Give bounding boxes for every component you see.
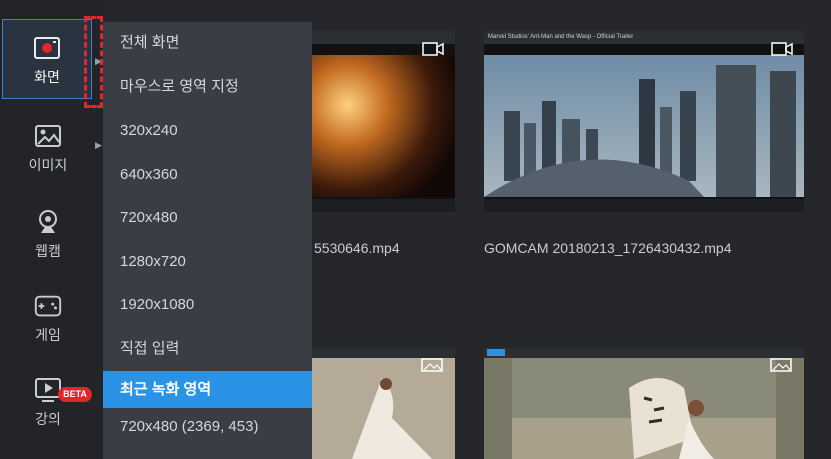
menu-item-mouse-area[interactable]: 마우스로 영역 지정 <box>103 69 312 105</box>
sidebar: 화면 이미지 웹캠 게임 강의 ▶ ▶ BETA <box>0 0 104 459</box>
image-icon <box>421 358 443 372</box>
sidebar-item-label: 이미지 <box>28 157 68 173</box>
gamepad-icon <box>33 291 63 321</box>
sidebar-item-game[interactable]: 게임 <box>0 274 96 360</box>
beta-badge: BETA <box>58 387 92 402</box>
video-camera-icon <box>771 42 793 56</box>
player-controls <box>484 199 804 212</box>
sidebar-item-image[interactable]: 이미지 <box>0 104 96 190</box>
menu-item-320x240[interactable]: 320x240 <box>103 113 312 149</box>
file-name: 5530646.mp4 <box>314 240 400 256</box>
highlight-annotation <box>84 16 103 108</box>
menu-item-recent-size[interactable]: 720x480 (2369, 453) <box>103 409 312 445</box>
sidebar-item-label: 강의 <box>35 411 61 427</box>
video-thumbnail[interactable]: Marvel Studios' Ant-Man and the Wasp - O… <box>484 31 804 212</box>
image-frame <box>484 348 804 459</box>
sidebar-item-screen[interactable]: 화면 <box>2 19 92 99</box>
menu-item-fullscreen[interactable]: 전체 화면 <box>103 25 312 61</box>
file-name: GOMCAM 20180213_1726430432.mp4 <box>484 240 732 256</box>
image-icon <box>33 121 63 151</box>
image-thumbnail[interactable] <box>484 348 804 459</box>
player-controls <box>312 199 455 212</box>
menu-item-1920x1080[interactable]: 1920x1080 <box>103 287 312 323</box>
menu-item-720x480[interactable]: 720x480 <box>103 200 312 236</box>
sidebar-item-label: 게임 <box>35 327 61 343</box>
sidebar-item-label: 화면 <box>34 69 60 85</box>
sidebar-item-label: 웹캠 <box>35 243 61 259</box>
video-camera-icon <box>422 42 444 56</box>
app-window: 화면 이미지 웹캠 게임 강의 ▶ ▶ BETA Marvel Studios'… <box>0 0 831 459</box>
menu-item-1280x720[interactable]: 1280x720 <box>103 244 312 280</box>
video-frame <box>484 55 804 197</box>
menu-item-recent-area[interactable]: 최근 녹화 영역 <box>103 371 312 408</box>
sidebar-item-webcam[interactable]: 웹캠 <box>0 190 96 276</box>
menu-item-custom-input[interactable]: 직접 입력 <box>103 331 312 367</box>
image-thumbnail[interactable] <box>312 348 455 459</box>
submenu-arrow-icon: ▶ <box>95 140 102 150</box>
video-thumbnail[interactable] <box>312 31 455 212</box>
screen-record-icon <box>32 33 62 63</box>
image-icon <box>770 358 792 372</box>
webcam-icon <box>33 207 63 237</box>
menu-item-640x360[interactable]: 640x360 <box>103 157 312 193</box>
video-frame <box>312 55 455 197</box>
capture-area-menu: 전체 화면 마우스로 영역 지정 320x240 640x360 720x480… <box>103 22 312 459</box>
